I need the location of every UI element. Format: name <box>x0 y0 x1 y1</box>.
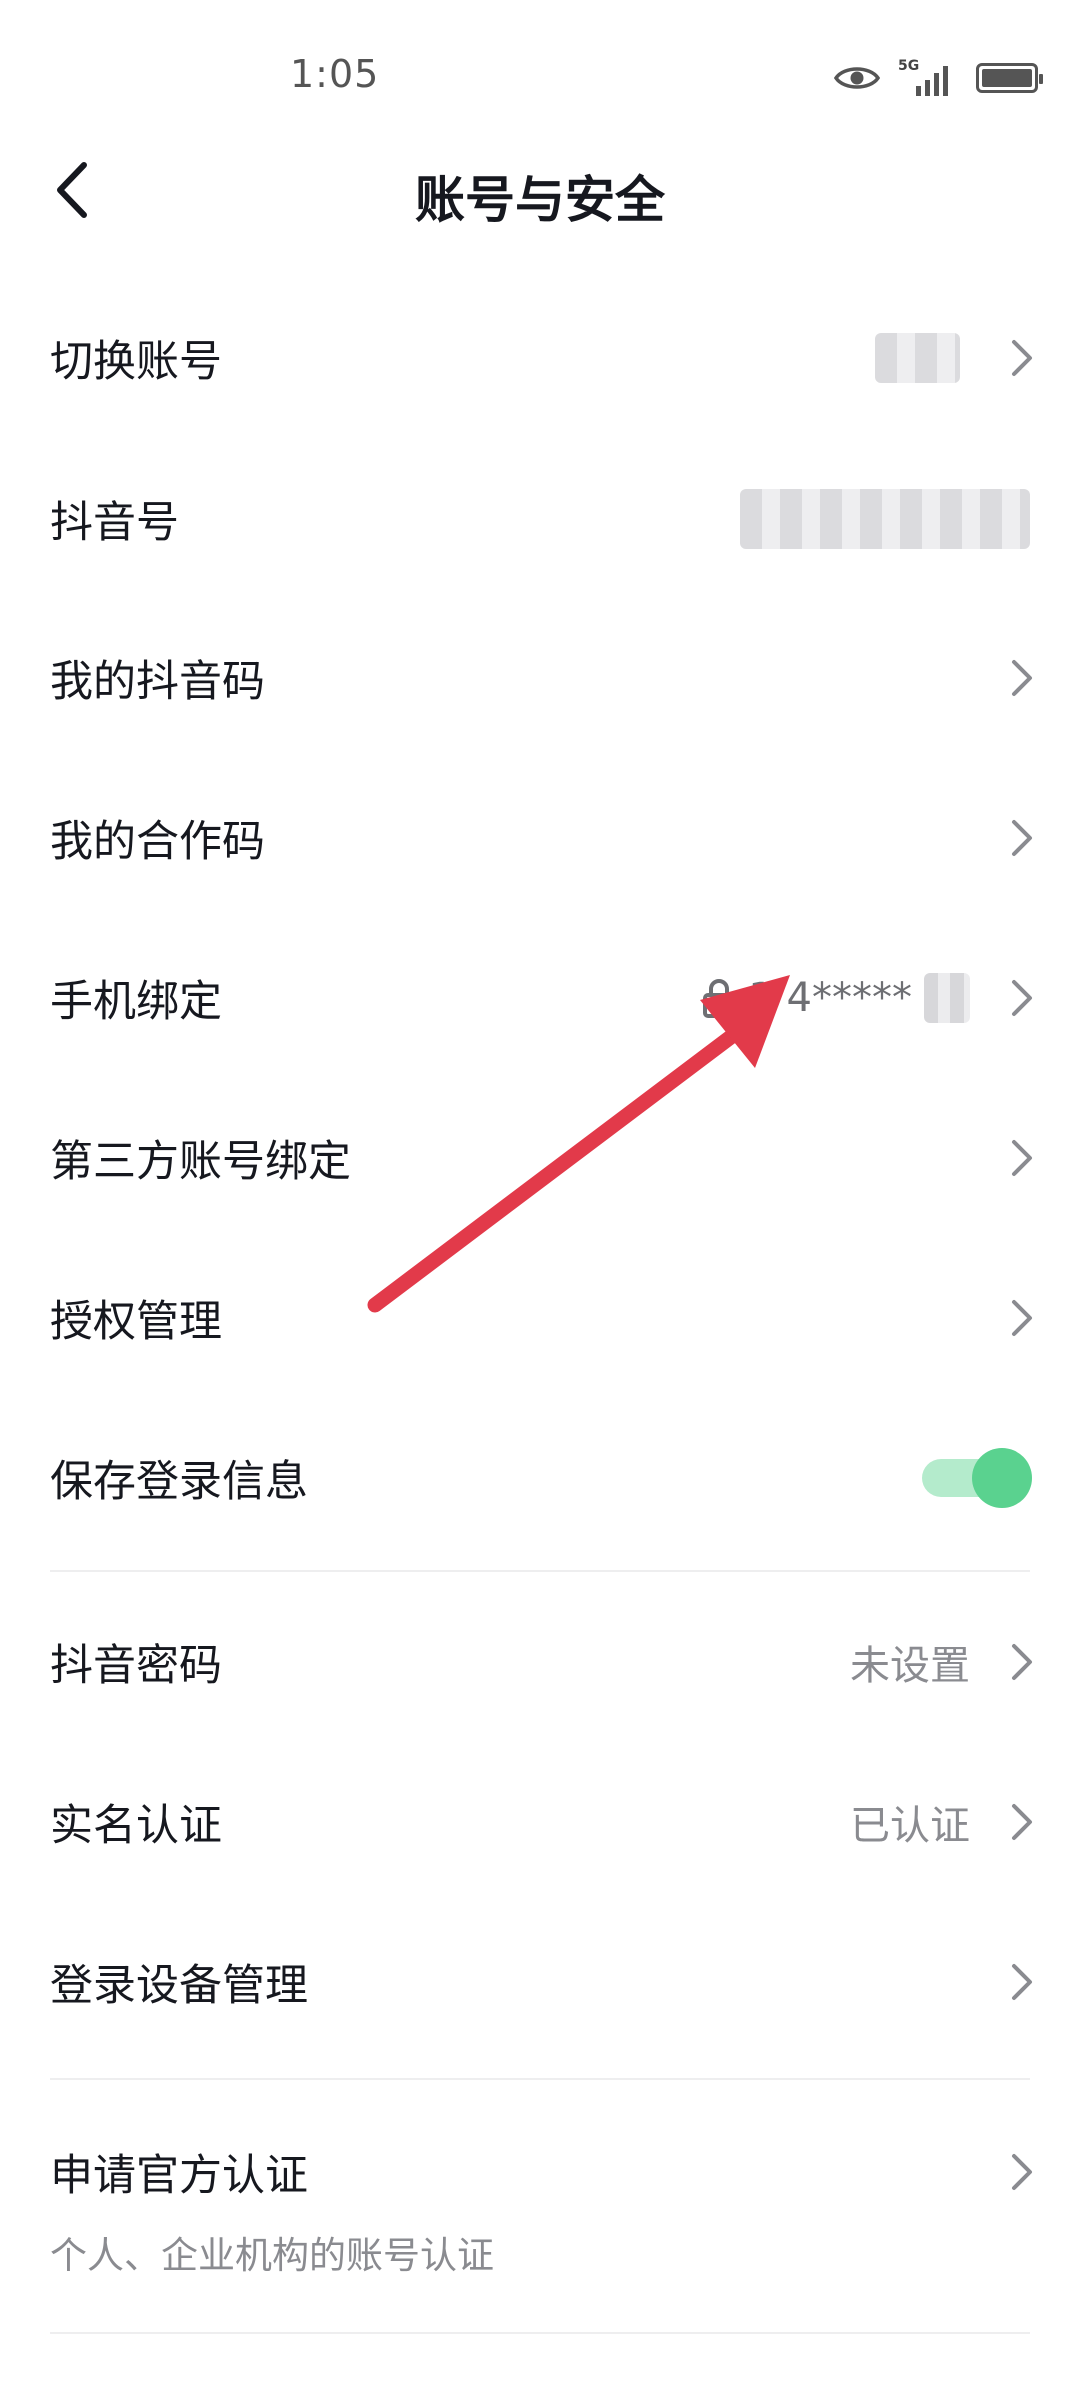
chevron-right-icon <box>1012 660 1032 696</box>
blurred-account-value <box>875 333 960 383</box>
row-douyin-password[interactable]: 抖音密码 未设置 <box>0 1582 1080 1742</box>
row-save-login: 保存登录信息 <box>0 1398 1080 1558</box>
row-label: 抖音密码 <box>50 1641 222 1691</box>
battery-icon <box>976 63 1043 93</box>
row-third-party-binding[interactable]: 第三方账号绑定 <box>0 1078 1080 1238</box>
divider <box>50 2078 1030 2080</box>
save-login-toggle[interactable] <box>922 1448 1032 1508</box>
row-douyin-id[interactable]: 抖音号 <box>0 439 1080 599</box>
chevron-right-icon <box>1012 1804 1032 1840</box>
row-device-management[interactable]: 登录设备管理 <box>0 1902 1080 2062</box>
row-label: 手机绑定 <box>50 977 222 1027</box>
row-label: 我的抖音码 <box>50 657 265 707</box>
blurred-douyin-id-value <box>740 489 1030 549</box>
eye-icon <box>834 67 880 89</box>
real-name-status: 已认证 <box>850 1803 970 1849</box>
chevron-right-icon <box>1012 2154 1032 2190</box>
row-label: 登录设备管理 <box>50 1961 308 2011</box>
chevron-right-icon <box>1012 1644 1032 1680</box>
5g-signal-icon: 5G <box>898 58 958 98</box>
row-label: 第三方账号绑定 <box>50 1137 351 1187</box>
row-label: 实名认证 <box>50 1801 222 1851</box>
row-label: 授权管理 <box>50 1297 222 1347</box>
row-sublabel: 个人、企业机构的账号认证 <box>50 2234 494 2277</box>
status-bar: 1:05 5G <box>0 0 1080 150</box>
row-real-name[interactable]: 实名认证 已认证 <box>0 1742 1080 1902</box>
row-my-douyin-code[interactable]: 我的抖音码 <box>0 598 1080 758</box>
row-my-partner-code[interactable]: 我的合作码 <box>0 758 1080 918</box>
chevron-right-icon <box>1012 340 1032 376</box>
divider <box>50 2332 1030 2334</box>
blurred-phone-tail <box>924 973 970 1023</box>
row-label: 申请官方认证 <box>50 2151 308 2201</box>
row-label: 切换账号 <box>50 337 222 387</box>
phone-number-masked: 1 4***** <box>748 975 912 1021</box>
row-label: 我的合作码 <box>50 817 265 867</box>
chevron-right-icon <box>1012 980 1032 1016</box>
account-security-screen: 1:05 5G 账号与安全 切换账号 抖音号 我的抖音码 我的合作码 手机绑定 … <box>0 0 1080 2400</box>
header: 账号与安全 <box>0 140 1080 240</box>
row-phone-binding[interactable]: 手机绑定 1 4***** <box>0 918 1080 1078</box>
phone-value: 1 4***** <box>702 973 970 1023</box>
row-official-verification[interactable]: 申请官方认证 个人、企业机构的账号认证 <box>0 2090 1080 2330</box>
password-status: 未设置 <box>850 1643 970 1689</box>
chevron-right-icon <box>1012 820 1032 856</box>
status-icons: 5G <box>834 58 1043 98</box>
status-time: 1:05 <box>290 52 380 96</box>
row-label: 抖音号 <box>50 498 179 548</box>
row-label: 保存登录信息 <box>50 1457 308 1507</box>
row-switch-account[interactable]: 切换账号 <box>0 278 1080 438</box>
divider <box>50 1570 1030 1572</box>
page-title: 账号与安全 <box>415 171 665 229</box>
chevron-right-icon <box>1012 1300 1032 1336</box>
toggle-knob <box>972 1448 1032 1508</box>
lock-icon <box>703 979 736 1018</box>
chevron-right-icon <box>1012 1964 1032 2000</box>
row-authorization[interactable]: 授权管理 <box>0 1238 1080 1398</box>
chevron-right-icon <box>1012 1140 1032 1176</box>
